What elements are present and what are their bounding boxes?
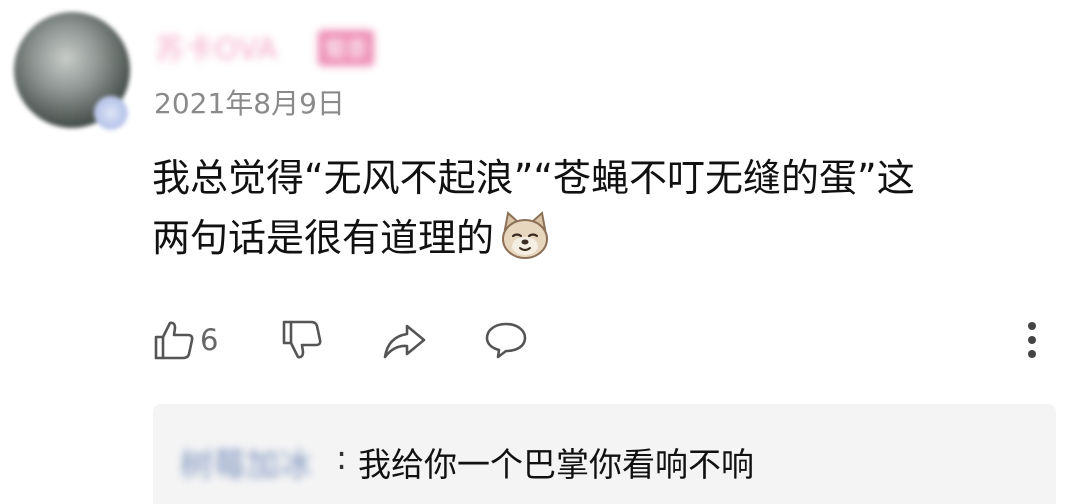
like-button[interactable]: 6 xyxy=(152,316,218,364)
like-count: 6 xyxy=(200,323,219,357)
thumbs-up-icon xyxy=(154,321,194,360)
user-level-badge: 蜀黍 xyxy=(318,30,375,66)
speech-bubble-icon xyxy=(485,322,527,359)
share-button[interactable] xyxy=(382,316,426,364)
thumbs-down-icon xyxy=(282,320,322,359)
avatar-badge-icon xyxy=(94,96,128,130)
more-vertical-icon[interactable] xyxy=(1014,320,1050,360)
dislike-button[interactable] xyxy=(280,316,324,364)
reply-separator: : xyxy=(336,438,348,477)
comment-text-line-2: 两句话是很有道理的 xyxy=(152,208,1042,268)
comment-date: 2021年8月9日 xyxy=(154,87,345,120)
dog-face-emoji-icon xyxy=(502,211,549,259)
reply-button[interactable] xyxy=(484,316,528,364)
comment-username[interactable]: 苏卡OVA xyxy=(155,26,278,68)
reply-username[interactable]: 树莓加冰 xyxy=(180,438,312,486)
share-arrow-icon xyxy=(383,324,426,359)
comment-text: 我总觉得“无风不起浪”“苍蝇不叮无缝的蛋”这 两句话是很有道理的 xyxy=(152,148,1042,268)
reply-text: 我给你一个巴掌你看响不响 xyxy=(358,445,754,484)
comment-text-line-1: 我总觉得“无风不起浪”“苍蝇不叮无缝的蛋”这 xyxy=(152,156,915,200)
comment-text-line-2-text: 两句话是很有道理的 xyxy=(152,216,495,260)
comment-actions-bar: 6 xyxy=(152,316,1052,364)
